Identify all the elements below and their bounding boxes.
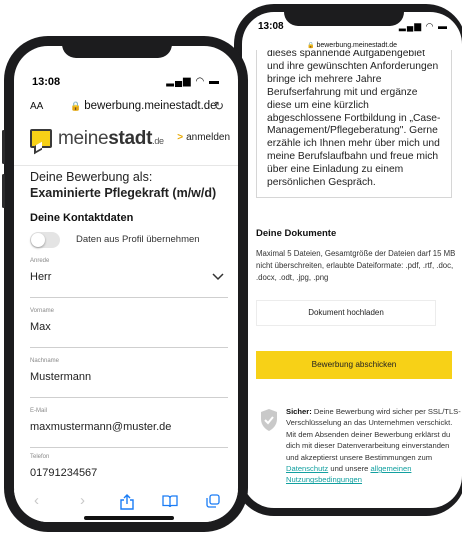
logo-bold: stadt xyxy=(108,128,153,149)
documents-description: Maximal 5 Dateien, Gesamtgröße der Datei… xyxy=(256,249,456,282)
login-link[interactable]: > anmelden xyxy=(177,132,230,143)
share-icon[interactable] xyxy=(120,494,134,510)
chevron-down-icon xyxy=(212,273,224,281)
status-time: 13:08 xyxy=(32,76,61,88)
back-phone-frame: 13:08 ▂▄▆ ◠ ▬ 🔒 bewerbung.meinestadt.de d… xyxy=(234,4,462,516)
lock-icon: 🔒 xyxy=(306,43,315,49)
cover-letter-textarea[interactable]: dieses spannende Aufgabengebiet und ihre… xyxy=(256,50,452,198)
security-notice: Sicher: Deine Bewerbung wird sicher per … xyxy=(256,402,462,508)
logo-suffix: .de xyxy=(152,136,164,146)
login-label: anmelden xyxy=(186,132,230,143)
url-text: bewerbung.meinestadt.de xyxy=(84,100,217,112)
side-button xyxy=(2,174,5,208)
logo-regular: meine xyxy=(58,128,109,149)
upload-document-button[interactable]: Dokument hochladen xyxy=(256,300,436,326)
privacy-link[interactable]: Datenschutz xyxy=(286,464,328,473)
contact-section-title: Deine Kontaktdaten xyxy=(30,212,134,224)
field-value: maxmustermann@muster.de xyxy=(30,421,172,433)
url-display[interactable]: 🔒 bewerbung.meinestadt.de xyxy=(70,100,217,112)
home-indicator[interactable] xyxy=(84,516,174,520)
first-name-field[interactable]: Vorname Max xyxy=(30,308,228,348)
bookmarks-icon[interactable] xyxy=(162,495,178,508)
field-label: Anrede xyxy=(30,258,50,264)
field-value: Herr xyxy=(30,271,52,283)
status-time: 13:08 xyxy=(258,21,284,32)
site-logo[interactable]: meinestadt.de xyxy=(58,128,164,150)
documents-title: Deine Dokumente xyxy=(256,228,337,239)
chevron-right-icon: > xyxy=(177,132,184,143)
field-value: Mustermann xyxy=(30,371,92,383)
speech-bubble-logo-icon xyxy=(30,129,52,148)
security-text: Sicher: Deine Bewerbung wird sicher per … xyxy=(286,406,462,486)
security-body: Deine Bewerbung wird sicher per SSL/TLS-… xyxy=(286,407,461,462)
url-text: bewerbung.meinestadt.de xyxy=(316,42,398,49)
application-job-title: Examinierte Pflegekraft (m/w/d) xyxy=(30,186,217,200)
email-field[interactable]: E-Mail maxmustermann@muster.de xyxy=(30,408,228,448)
security-heading: Sicher: xyxy=(286,407,312,416)
site-header: meinestadt.de > anmelden xyxy=(14,126,238,166)
address-bar[interactable]: 🔒 bewerbung.meinestadt.de xyxy=(242,42,462,49)
tabs-icon[interactable] xyxy=(206,494,220,508)
side-button xyxy=(2,130,5,164)
front-phone-frame: 13:08 ▂▄▆ ◠ ▬ AA 🔒 bewerbung.meinestadt.d… xyxy=(4,36,248,532)
front-phone-screen: 13:08 ▂▄▆ ◠ ▬ AA 🔒 bewerbung.meinestadt.d… xyxy=(14,46,238,522)
profile-data-toggle[interactable] xyxy=(30,232,60,248)
reload-icon[interactable]: ↻ xyxy=(214,99,224,113)
salutation-select[interactable]: Anrede Herr xyxy=(30,258,228,298)
application-label: Deine Bewerbung als: xyxy=(30,170,153,184)
shield-icon xyxy=(261,409,277,431)
status-icons: ▂▄▆ ◠ ▬ xyxy=(398,21,448,31)
cover-letter-text: dieses spannende Aufgabengebiet und ihre… xyxy=(267,50,441,189)
status-icons: ▂▄▆ ◠ ▬ xyxy=(166,76,220,87)
field-label: E-Mail xyxy=(30,408,48,414)
forward-icon[interactable]: › xyxy=(80,492,85,509)
submit-application-button[interactable]: Bewerbung abschicken xyxy=(256,351,452,379)
back-icon[interactable]: ‹ xyxy=(34,492,39,509)
field-label: Telefon xyxy=(30,454,50,460)
field-label: Vorname xyxy=(30,308,55,314)
field-label: Nachname xyxy=(30,358,60,364)
field-value: Max xyxy=(30,321,51,333)
profile-data-toggle-label: Daten aus Profil übernehmen xyxy=(76,234,200,245)
and-text: und unsere xyxy=(330,464,369,474)
back-phone-screen: 13:08 ▂▄▆ ◠ ▬ 🔒 bewerbung.meinestadt.de d… xyxy=(242,12,462,508)
notch xyxy=(62,36,172,58)
lock-icon: 🔒 xyxy=(70,101,82,111)
phone-field[interactable]: Telefon 01791234567 xyxy=(30,454,228,494)
reader-aa-button[interactable]: AA xyxy=(30,101,43,112)
field-value: 01791234567 xyxy=(30,467,98,479)
address-bar[interactable]: AA 🔒 bewerbung.meinestadt.de ↻ xyxy=(14,98,238,120)
last-name-field[interactable]: Nachname Mustermann xyxy=(30,358,228,398)
notch xyxy=(284,4,404,26)
